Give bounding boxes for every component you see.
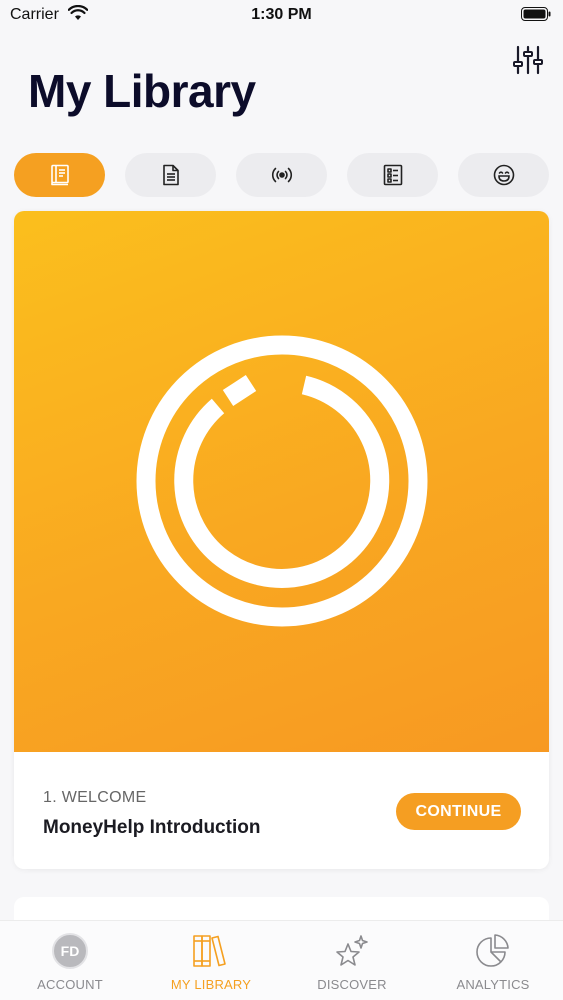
checklist-icon	[383, 164, 402, 186]
status-time: 1:30 PM	[251, 6, 312, 23]
pie-chart-icon	[476, 934, 509, 967]
books-icon	[193, 935, 226, 967]
broadcast-icon	[271, 167, 292, 183]
nav-item-my-library[interactable]: MY LIBRARY	[141, 921, 281, 1000]
bottom-nav: FD ACCOUNT MY LIBRARY DISCOVER ANALYTICS	[0, 920, 563, 1000]
avatar: FD	[52, 933, 88, 969]
content-type-tabs	[14, 153, 549, 197]
course-hero-image	[14, 211, 549, 752]
book-icon	[50, 164, 69, 186]
nav-library-icon-wrap	[191, 931, 231, 971]
nav-label-analytics: ANALYTICS	[456, 977, 530, 992]
nav-discover-icon-wrap	[332, 931, 372, 971]
smiley-icon	[493, 164, 514, 186]
tab-wellbeing[interactable]	[458, 153, 549, 197]
tab-checklists[interactable]	[347, 153, 438, 197]
tab-courses[interactable]	[14, 153, 105, 197]
moneyhelp-logo-icon	[136, 335, 428, 627]
tab-podcasts[interactable]	[236, 153, 327, 197]
sliders-icon[interactable]	[513, 44, 543, 76]
nav-label-discover: DISCOVER	[317, 977, 387, 992]
nav-item-analytics[interactable]: ANALYTICS	[423, 921, 563, 1000]
tab-articles[interactable]	[125, 153, 216, 197]
course-title: MoneyHelp Introduction	[43, 817, 261, 838]
continue-button[interactable]: CONTINUE	[396, 793, 521, 830]
course-card[interactable]: 1. WELCOME MoneyHelp Introduction CONTIN…	[14, 211, 549, 869]
nav-item-discover[interactable]: DISCOVER	[282, 921, 422, 1000]
nav-item-account[interactable]: FD ACCOUNT	[0, 921, 140, 1000]
document-icon	[162, 164, 179, 186]
nav-label-my-library: MY LIBRARY	[170, 977, 252, 992]
nav-analytics-icon-wrap	[473, 931, 513, 971]
battery-icon	[521, 7, 551, 21]
status-bar: Carrier 1:30 PM	[0, 0, 563, 30]
nav-account-icon-wrap: FD	[50, 931, 90, 971]
page-title: My Library	[28, 65, 256, 117]
nav-label-account: ACCOUNT	[37, 977, 103, 992]
course-module-label: 1. WELCOME	[43, 789, 147, 806]
sparkle-star-icon	[336, 935, 368, 966]
